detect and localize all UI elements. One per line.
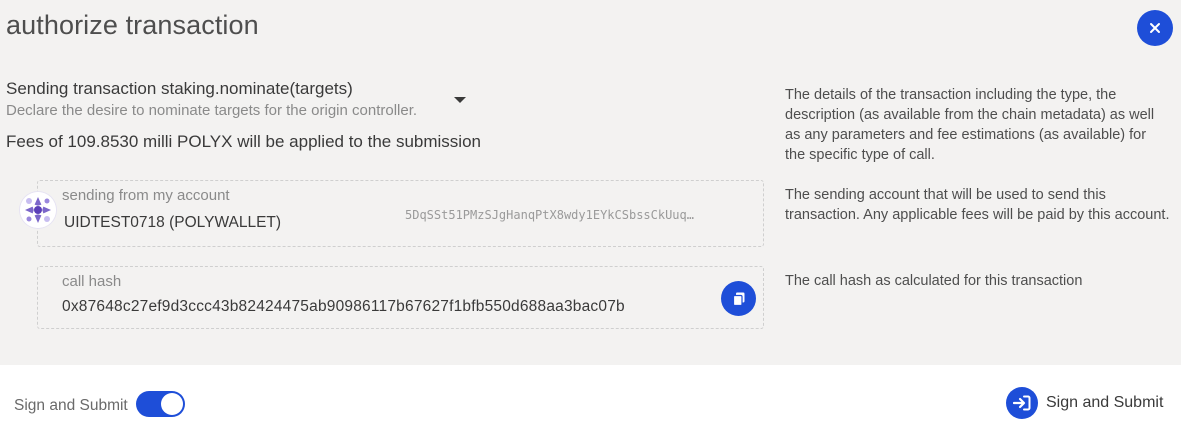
sign-in-icon (1006, 387, 1038, 419)
help-details: The details of the transaction including… (785, 87, 1155, 163)
sign-and-submit-button[interactable]: Sign and Submit (1006, 386, 1176, 420)
sign-submit-toggle[interactable] (136, 391, 185, 417)
account-name: UIDTEST0718 (POLYWALLET) (64, 214, 282, 231)
copy-button[interactable] (721, 281, 756, 316)
transaction-panel: authorize transaction Sending transactio… (0, 0, 1181, 365)
help-hash: The call hash as calculated for this tra… (785, 273, 1083, 289)
transaction-title: Sending transaction staking.nominate(tar… (6, 79, 353, 98)
help-account: The sending account that will be used to… (785, 187, 1170, 223)
transaction-description: Declare the desire to nominate targets f… (6, 102, 418, 119)
call-hash-label: call hash (62, 273, 122, 290)
fee-summary: Fees of 109.8530 milli POLYX will be app… (6, 132, 481, 151)
call-hash-field: call hash 0x87648c27ef9d3ccc43b82424475a… (37, 266, 764, 329)
copy-icon (732, 292, 744, 306)
account-selector[interactable]: sending from my account UIDTEST0718 (POL… (37, 180, 764, 247)
sign-and-submit-label: Sign and Submit (1046, 394, 1164, 411)
sign-submit-toggle-label: Sign and Submit (14, 397, 128, 414)
account-address: 5DqSSt51PMzSJgHanqPtX8wdy1EYkCSbssCkUuq… (405, 208, 694, 222)
account-label: sending from my account (62, 187, 230, 204)
call-hash-value[interactable]: 0x87648c27ef9d3ccc43b82424475ab90986117b… (62, 298, 625, 316)
toggle-knob (161, 393, 183, 415)
account-identicon-icon (20, 192, 56, 228)
caret-down-icon[interactable] (453, 95, 467, 105)
close-button[interactable] (1137, 10, 1173, 46)
close-icon (1150, 23, 1160, 33)
modal-title: authorize transaction (6, 10, 259, 40)
